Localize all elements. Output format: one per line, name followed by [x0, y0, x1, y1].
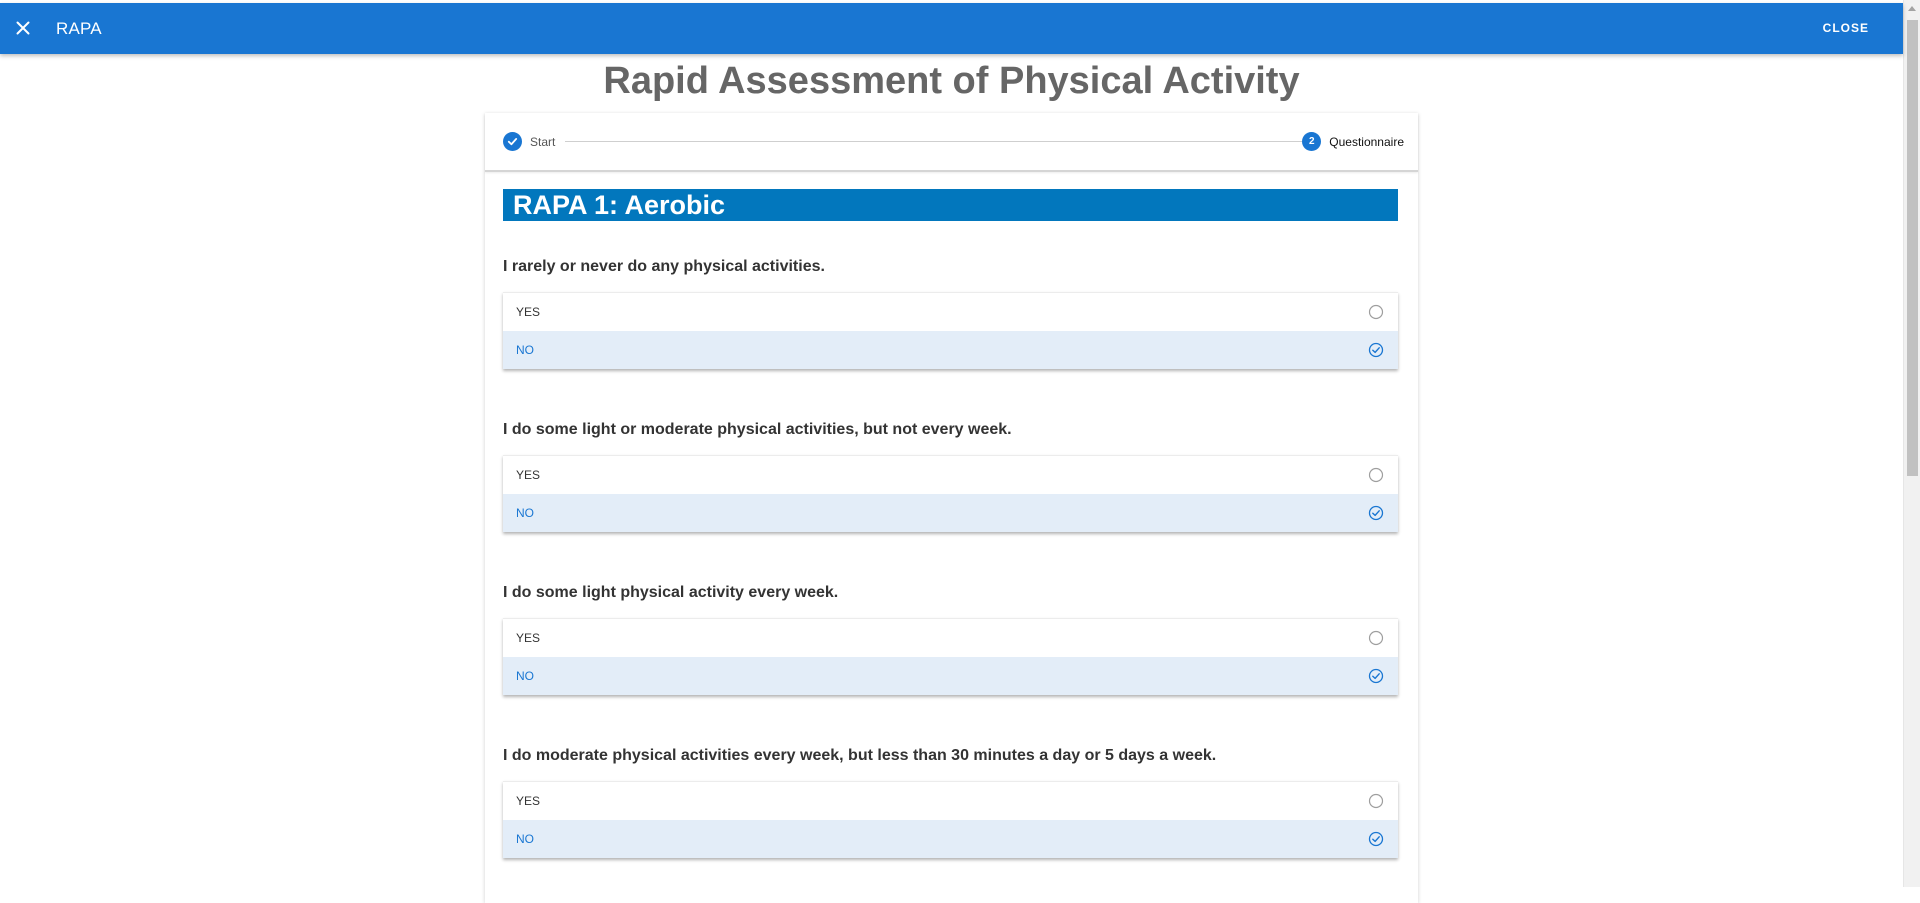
vertical-scrollbar[interactable] — [1903, 0, 1920, 887]
option-label: NO — [516, 506, 534, 520]
step-start[interactable]: Start — [503, 132, 555, 151]
questionnaire-card: Start 2 Questionnaire RAPA 1: Aerobic I … — [485, 113, 1418, 903]
question-text: I do some light physical activity every … — [503, 584, 839, 601]
step-number-badge: 2 — [1302, 132, 1322, 151]
question-item: I do moderate physical activities every … — [503, 747, 1398, 858]
question-item: I do some light physical activity every … — [503, 584, 1398, 695]
question-text: I do some light or moderate physical act… — [503, 421, 1012, 438]
option-label: NO — [516, 343, 534, 357]
close-icon[interactable] — [12, 17, 34, 39]
option-label: NO — [516, 832, 534, 846]
option-label: YES — [516, 305, 541, 319]
option-list: YES NO — [503, 455, 1398, 532]
option-yes[interactable]: YES — [503, 456, 1398, 494]
option-label: YES — [516, 468, 541, 482]
radio-unchecked-icon[interactable] — [1368, 467, 1384, 483]
option-yes[interactable]: YES — [503, 293, 1398, 331]
radio-unchecked-icon[interactable] — [1368, 793, 1384, 809]
option-label: NO — [516, 669, 534, 683]
radio-unchecked-icon[interactable] — [1368, 630, 1384, 646]
option-no[interactable]: NO — [503, 820, 1398, 858]
option-no[interactable]: NO — [503, 657, 1398, 695]
scrollbar-thumb[interactable] — [1907, 20, 1918, 476]
stepper-connector — [565, 141, 1302, 142]
radio-checked-icon[interactable] — [1368, 342, 1384, 358]
option-yes[interactable]: YES — [503, 619, 1398, 657]
question-item: I rarely or never do any physical activi… — [503, 258, 1398, 369]
step-questionnaire[interactable]: 2 Questionnaire — [1302, 132, 1404, 151]
stepper: Start 2 Questionnaire — [485, 113, 1418, 172]
radio-checked-icon[interactable] — [1368, 831, 1384, 847]
option-no[interactable]: NO — [503, 494, 1398, 532]
question-text: I rarely or never do any physical activi… — [503, 258, 825, 275]
option-list: YES NO — [503, 781, 1398, 858]
step-start-label: Start — [530, 134, 556, 149]
option-no[interactable]: NO — [503, 331, 1398, 369]
radio-checked-icon[interactable] — [1368, 668, 1384, 684]
check-icon — [503, 132, 522, 151]
option-label: YES — [516, 631, 541, 645]
scroll-up-arrow-icon[interactable] — [1908, 6, 1916, 11]
question-item: I do some light or moderate physical act… — [503, 421, 1398, 532]
radio-unchecked-icon[interactable] — [1368, 304, 1384, 320]
option-list: YES NO — [503, 618, 1398, 695]
page-title: Rapid Assessment of Physical Activity — [603, 60, 1300, 102]
close-button[interactable]: CLOSE — [1819, 19, 1873, 37]
option-yes[interactable]: YES — [503, 782, 1398, 820]
step-questionnaire-label: Questionnaire — [1329, 134, 1404, 149]
radio-checked-icon[interactable] — [1368, 505, 1384, 521]
option-label: YES — [516, 794, 541, 808]
app-title: RAPA — [56, 19, 102, 38]
option-list: YES NO — [503, 292, 1398, 369]
app-bar: RAPA CLOSE — [0, 3, 1903, 54]
question-text: I do moderate physical activities every … — [503, 747, 1217, 764]
section-heading: RAPA 1: Aerobic — [503, 189, 1398, 221]
